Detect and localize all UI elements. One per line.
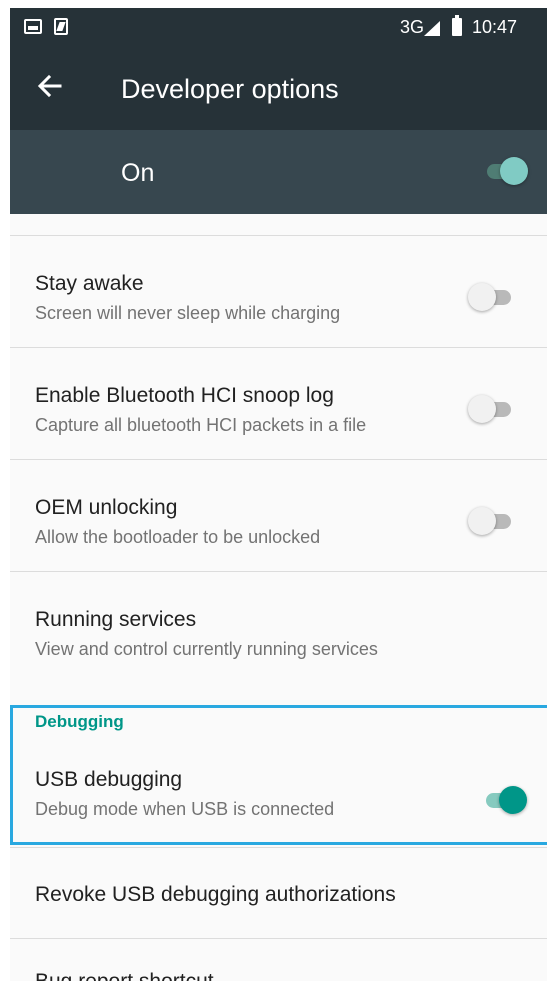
item-title: Stay awake [35, 272, 144, 295]
master-switch-label: On [121, 159, 155, 187]
item-summary: Screen will never sleep while charging [35, 303, 341, 323]
item-title: OEM unlocking [35, 496, 178, 519]
network-type: 3G [400, 17, 425, 37]
usb-debugging-highlight [10, 705, 547, 845]
bluetooth-hci-toggle[interactable] [468, 394, 514, 424]
app-toolbar: Developer options [10, 44, 547, 130]
list-item-bluetooth-hci-snoop[interactable]: Enable Bluetooth HCI snoop log Capture a… [10, 348, 547, 459]
list-item-bug-report-shortcut[interactable]: Bug report shortcut [10, 939, 547, 981]
signal-icon [424, 21, 440, 36]
item-summary: Capture all bluetooth HCI packets in a f… [35, 415, 367, 435]
clock: 10:47 [472, 17, 518, 37]
toggle-thumb [468, 507, 496, 535]
back-button[interactable] [30, 66, 70, 106]
toggle-thumb [500, 157, 528, 185]
item-title: Bug report shortcut [35, 969, 214, 981]
list-item-running-services[interactable]: Running services View and control curren… [10, 572, 547, 683]
status-bar: 3G 10:47 [10, 8, 547, 44]
sim-card-icon [54, 18, 68, 35]
image-notification-icon [24, 19, 42, 34]
screen: 3G 10:47 Developer options On Stay awake… [10, 8, 547, 981]
toggle-thumb [468, 395, 496, 423]
item-title: Enable Bluetooth HCI snoop log [35, 384, 334, 407]
list-item-stay-awake[interactable]: Stay awake Screen will never sleep while… [10, 236, 547, 347]
stay-awake-toggle[interactable] [468, 282, 514, 312]
page-title: Developer options [121, 74, 339, 104]
arrow-back-icon [37, 74, 62, 98]
master-switch-toggle[interactable] [482, 156, 528, 186]
item-title: Running services [35, 608, 197, 631]
battery-icon [452, 15, 462, 36]
toggle-thumb [468, 283, 496, 311]
list-item-oem-unlocking[interactable]: OEM unlocking Allow the bootloader to be… [10, 460, 547, 571]
item-summary: Allow the bootloader to be unlocked [35, 527, 321, 547]
oem-unlocking-toggle[interactable] [468, 506, 514, 536]
item-title: Revoke USB debugging authorizations [35, 883, 396, 906]
item-summary: View and control currently running servi… [35, 639, 378, 659]
list-item-revoke-usb-authorizations[interactable]: Revoke USB debugging authorizations [10, 848, 547, 938]
master-switch-bar[interactable]: On [10, 130, 547, 214]
